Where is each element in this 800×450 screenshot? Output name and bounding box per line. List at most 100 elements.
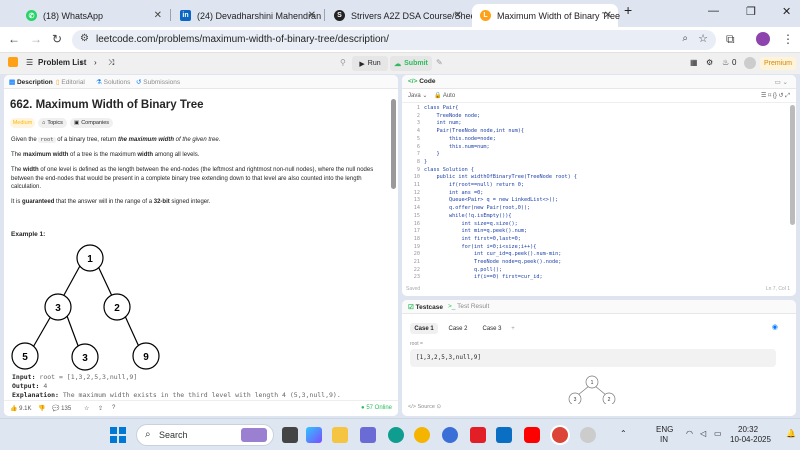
tab-solutions[interactable]: ⚗ Solutions [96, 78, 130, 86]
code-line[interactable]: 13 Queue<Pair> q = new LinkedList<>(); [402, 197, 796, 205]
case-2-button[interactable]: Case 2 [444, 323, 472, 334]
mcafee-icon[interactable] [470, 427, 486, 443]
code-line[interactable]: 8} [402, 159, 796, 167]
dislike-icon[interactable]: 👎 [38, 405, 45, 412]
browser-tab-linkedin[interactable]: in (24) Devadharshini Mahendran ✕ [172, 4, 322, 27]
code-line[interactable]: 9 class Solution { [402, 167, 796, 175]
forward-icon[interactable]: → [30, 32, 42, 46]
code-line[interactable]: 12 int ans =0; [402, 190, 796, 198]
description-scrollbar[interactable] [391, 99, 396, 189]
copilot-icon[interactable] [306, 427, 322, 443]
zoom-icon[interactable]: ⌕ [682, 33, 688, 44]
shuffle-icon[interactable]: ⤨ [108, 58, 114, 68]
code-line[interactable]: 15 while(!q.isEmpty()){ [402, 213, 796, 221]
testcase-input-field[interactable]: [1,3,2,5,3,null,9] [410, 349, 776, 367]
reload-icon[interactable]: ↻ [52, 32, 62, 46]
source-link[interactable]: </> Source ⊙ [408, 404, 441, 410]
code-line[interactable]: 3 int num; [402, 120, 796, 128]
code-line[interactable]: 16 int size=q.size(); [402, 221, 796, 229]
layout-icon[interactable]: ▦ [690, 58, 698, 67]
browser-tab-striver[interactable]: S Strivers A2Z DSA Course/Sheet ✕ [326, 4, 478, 27]
taskbar-search[interactable]: ⌕ Search [136, 424, 274, 446]
tab-code[interactable]: </> Code [408, 78, 435, 85]
prev-problem-icon[interactable]: ‹ [80, 58, 83, 67]
streak-fire-icon[interactable]: ♨ [722, 58, 729, 67]
like-button[interactable]: 👍 9.1K [10, 405, 32, 412]
code-line[interactable]: 2 TreeNode node; [402, 113, 796, 121]
task-view-icon[interactable] [282, 427, 298, 443]
language-indicator[interactable]: ENG [656, 425, 673, 434]
profile-avatar[interactable] [756, 32, 770, 46]
browser-tab-whatsapp[interactable]: ✆ (18) WhatsApp ✕ [18, 4, 168, 27]
store-icon[interactable] [360, 427, 376, 443]
next-problem-icon[interactable]: › [94, 58, 97, 67]
code-line[interactable]: 22 q.poll(); [402, 267, 796, 275]
notification-bell-icon[interactable]: 🔔 [786, 429, 796, 438]
close-tab-icon[interactable]: ✕ [604, 10, 612, 21]
code-scrollbar[interactable] [790, 105, 795, 225]
help-icon[interactable]: ? [112, 405, 115, 411]
favorite-star-icon[interactable]: ☆ [84, 405, 89, 412]
address-bar[interactable]: ⚙ leetcode.com/problems/maximum-width-of… [72, 30, 716, 50]
editor-tools-icons[interactable]: ☰ ⌑ {} ↺ ⤢ [761, 92, 790, 100]
battery-icon[interactable]: ▭ [714, 429, 722, 438]
app-icon[interactable] [580, 427, 596, 443]
problem-title[interactable]: 662. Maximum Width of Binary Tree [10, 99, 204, 111]
premium-button[interactable]: Premium [760, 57, 796, 70]
tray-chevron-icon[interactable]: ⌃ [620, 429, 627, 438]
close-tab-icon[interactable]: ✕ [154, 10, 162, 21]
language-selector[interactable]: Java ⌄ [408, 92, 427, 99]
wifi-icon[interactable]: ◠ [686, 429, 693, 438]
tab-submissions[interactable]: ↺ Submissions [136, 78, 180, 86]
code-line[interactable]: 4 Pair(TreeNode node,int num){ [402, 128, 796, 136]
companies-chip[interactable]: ▣ Companies [70, 118, 114, 128]
share-icon[interactable]: ⇪ [98, 405, 103, 412]
volume-icon[interactable]: ◁ [700, 429, 706, 438]
close-tab-icon[interactable]: ✕ [454, 10, 462, 21]
minimize-icon[interactable]: — [708, 5, 719, 17]
tab-description[interactable]: ▤ Description [9, 78, 53, 86]
vscode-icon[interactable] [496, 427, 512, 443]
code-line[interactable]: 19 for(int i=0;i<size;i++){ [402, 244, 796, 252]
code-line[interactable]: 17 int min=q.peek().num; [402, 228, 796, 236]
chrome-active-icon[interactable] [552, 427, 568, 443]
clock-time[interactable]: 20:32 [738, 425, 758, 434]
code-line[interactable]: 21 TreeNode node=q.peek().node; [402, 259, 796, 267]
site-info-icon[interactable]: ⚙ [80, 33, 89, 44]
topics-chip[interactable]: ⌂ Topics [38, 118, 67, 128]
code-line[interactable]: 18 int first=0,last=0; [402, 236, 796, 244]
restore-icon[interactable]: ❐ [746, 5, 756, 18]
edge-icon[interactable] [388, 427, 404, 443]
app-icon[interactable] [442, 427, 458, 443]
browser-tab-leetcode[interactable]: L Maximum Width of Binary Tree ✕ [472, 4, 620, 27]
tab-editorial[interactable]: ▯ Editorial [56, 78, 85, 86]
back-icon[interactable]: ← [8, 32, 20, 46]
problem-list-icon[interactable]: ☰ [26, 58, 33, 67]
comments-button[interactable]: 💬 135 [52, 405, 71, 412]
code-line[interactable]: 6 this.num=num; [402, 144, 796, 152]
extensions-icon[interactable]: ⧉ [726, 32, 735, 47]
case-3-button[interactable]: Case 3 [478, 323, 506, 334]
leetcode-logo-icon[interactable] [8, 57, 18, 67]
code-line[interactable]: 7 } [402, 151, 796, 159]
code-line[interactable]: 11 if(root==null) return 0; [402, 182, 796, 190]
youtube-icon[interactable] [524, 427, 540, 443]
auto-mode-toggle[interactable]: 🔒 Auto [434, 92, 455, 99]
run-button[interactable]: ▶ Run [352, 56, 388, 71]
submit-button[interactable]: ☁ Submit [390, 56, 432, 71]
tab-testcase[interactable]: ☑ Testcase [408, 303, 443, 311]
close-window-icon[interactable]: ✕ [782, 5, 791, 18]
user-avatar[interactable] [744, 57, 756, 69]
code-line[interactable]: 23 if(i==0) first=cur_id; [402, 274, 796, 282]
panel-maximize-icon[interactable]: ▭ ⌄ [775, 78, 788, 86]
visualize-eye-icon[interactable]: ◉ [772, 323, 778, 331]
bookmark-star-icon[interactable]: ☆ [698, 32, 708, 45]
windows-start-icon[interactable] [110, 427, 126, 443]
close-tab-icon[interactable]: ✕ [308, 10, 316, 21]
code-line[interactable]: 10 public int widthOfBinaryTree(TreeNode… [402, 174, 796, 182]
new-tab-button[interactable]: + [624, 2, 632, 18]
add-case-button[interactable]: + [508, 323, 518, 334]
case-1-button[interactable]: Case 1 [410, 323, 438, 334]
code-line[interactable]: 1 class Pair{ [402, 105, 796, 113]
code-line[interactable]: 20 int cur_id=q.peek().num-min; [402, 251, 796, 259]
